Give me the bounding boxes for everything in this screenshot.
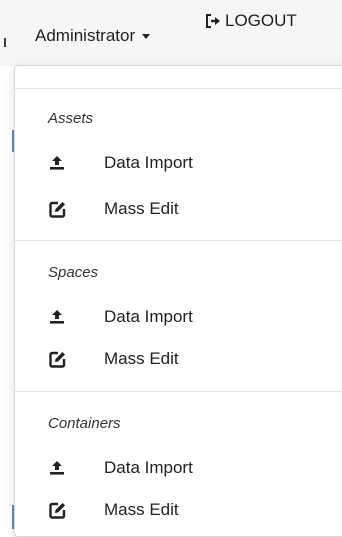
menu-item-label: Mass Edit bbox=[104, 199, 179, 218]
edit-icon bbox=[48, 501, 66, 519]
upload-icon bbox=[48, 459, 66, 477]
sign-out-icon bbox=[206, 14, 220, 28]
edit-icon bbox=[48, 350, 66, 368]
admin-dropdown-menu: Assets Data Import Mass Edit Spaces Data… bbox=[14, 65, 342, 537]
menu-divider bbox=[15, 88, 342, 89]
logout-button[interactable]: LOGOUT bbox=[205, 11, 297, 31]
caret-down-icon bbox=[142, 33, 151, 39]
section-header-assets: Assets bbox=[48, 110, 94, 127]
menu-divider bbox=[15, 240, 342, 241]
logout-label: LOGOUT bbox=[225, 11, 297, 30]
spaces-data-import-item[interactable]: Data Import bbox=[48, 305, 342, 329]
upload-icon bbox=[48, 308, 66, 326]
menu-item-label: Data Import bbox=[104, 458, 193, 477]
left-edge-fragment bbox=[4, 38, 6, 47]
menu-divider bbox=[15, 391, 342, 392]
edit-icon bbox=[48, 200, 66, 218]
assets-mass-edit-item[interactable]: Mass Edit bbox=[48, 197, 342, 221]
menu-item-label: Mass Edit bbox=[104, 500, 179, 519]
section-header-containers: Containers bbox=[48, 415, 121, 432]
user-menu-label: Administrator bbox=[35, 26, 136, 45]
user-menu-toggle[interactable]: Administrator bbox=[35, 26, 151, 46]
menu-item-label: Mass Edit bbox=[104, 349, 179, 368]
spaces-mass-edit-item[interactable]: Mass Edit bbox=[48, 347, 342, 371]
containers-mass-edit-item[interactable]: Mass Edit bbox=[48, 498, 342, 522]
menu-item-label: Data Import bbox=[104, 153, 193, 172]
assets-data-import-item[interactable]: Data Import bbox=[48, 151, 342, 175]
top-bar: Administrator LOGOUT bbox=[0, 0, 342, 66]
upload-icon bbox=[48, 154, 66, 172]
section-header-spaces: Spaces bbox=[48, 264, 99, 281]
menu-item-label: Data Import bbox=[104, 307, 193, 326]
containers-data-import-item[interactable]: Data Import bbox=[48, 456, 342, 480]
